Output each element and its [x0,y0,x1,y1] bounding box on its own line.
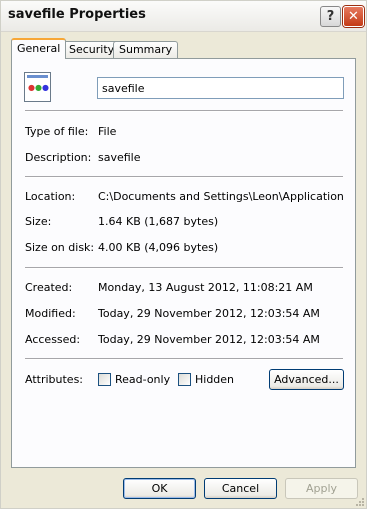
location-value: C:\Documents and Settings\Leon\Applicati… [98,190,344,203]
separator [25,176,343,178]
type-value: File [98,125,117,138]
ok-button[interactable]: OK [123,478,196,499]
type-label: Type of file: [25,125,89,138]
advanced-button[interactable]: Advanced... [269,369,344,390]
size-value: 1.64 KB (1,687 bytes) [98,215,219,228]
resize-grip-icon[interactable] [354,496,364,506]
description-label: Description: [25,151,92,164]
readonly-label[interactable]: Read-only [115,373,170,386]
help-icon: ? [326,9,335,24]
close-icon: ✕ [348,9,359,24]
tab-security[interactable]: Security [63,41,121,58]
filename-input[interactable] [97,77,344,99]
readonly-checkbox[interactable] [98,373,111,386]
accessed-value: Today, 29 November 2012, 12:03:54 AM [98,333,320,346]
separator [25,267,343,269]
separator [25,110,343,112]
modified-label: Modified: [25,307,76,320]
tab-summary[interactable]: Summary [113,41,179,58]
hidden-checkbox[interactable] [178,373,191,386]
file-icon: ●●● [24,72,51,102]
tab-general[interactable]: General [11,38,67,59]
size-on-disk-label: Size on disk: [25,241,95,254]
modified-value: Today, 29 November 2012, 12:03:54 AM [98,307,320,320]
help-button[interactable]: ? [320,6,341,27]
attributes-label: Attributes: [25,373,84,386]
properties-window: savefile Properties ? ✕ General Security… [0,0,367,509]
created-label: Created: [25,281,73,294]
accessed-label: Accessed: [25,333,81,346]
close-button[interactable]: ✕ [343,6,364,27]
size-on-disk-value: 4.00 KB (4,096 bytes) [98,241,219,254]
title-bar[interactable]: savefile Properties ? ✕ [1,1,366,32]
location-label: Location: [25,190,76,203]
cancel-button[interactable]: Cancel [204,478,277,499]
created-value: Monday, 13 August 2012, 11:08:21 AM [98,281,313,294]
hidden-label[interactable]: Hidden [195,373,234,386]
apply-button: Apply [285,478,358,499]
separator [25,358,343,360]
size-label: Size: [25,215,52,228]
description-value: savefile [98,151,141,164]
window-title: savefile Properties [8,7,146,22]
general-panel [11,58,356,468]
